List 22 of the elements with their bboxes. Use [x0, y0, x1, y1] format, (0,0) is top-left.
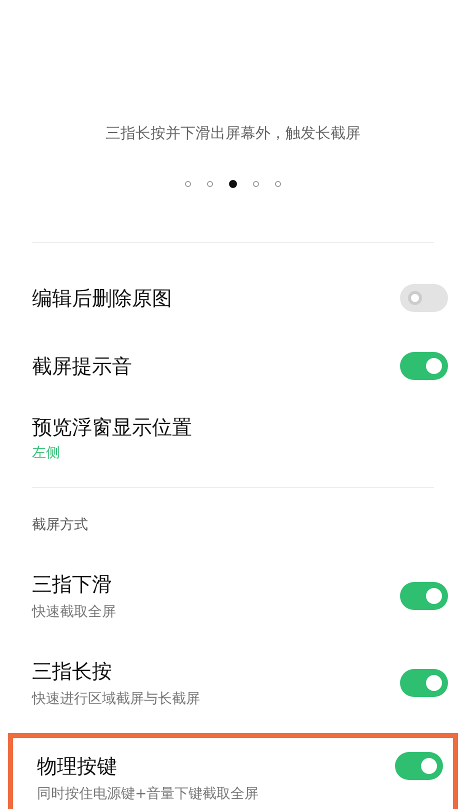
setting-title: 物理按键 [37, 753, 118, 780]
setting-value[interactable]: 左侧 [32, 443, 192, 463]
page-dot[interactable] [229, 180, 237, 188]
setting-description: 快速截取全屏 [32, 603, 116, 622]
toggle-switch[interactable] [400, 669, 448, 697]
setting-title: 截屏提示音 [32, 353, 132, 380]
section-header: 截屏方式 [31, 516, 89, 535]
toggle-switch[interactable] [395, 752, 443, 780]
page-dot[interactable] [207, 181, 213, 187]
setting-description: 快速进行区域截屏与长截屏 [32, 690, 200, 709]
toggle-switch[interactable] [400, 284, 448, 312]
page-dot[interactable] [275, 181, 281, 187]
setting-title: 编辑后删除原图 [32, 285, 172, 312]
toggle-switch[interactable] [400, 352, 448, 380]
setting-title: 三指长按 [32, 658, 113, 685]
page-dot[interactable] [185, 181, 191, 187]
setting-title: 预览浮窗显示位置 [32, 414, 192, 441]
page-dot[interactable] [253, 181, 259, 187]
setting-title: 三指下滑 [32, 571, 113, 598]
toggle-switch[interactable] [400, 582, 448, 610]
gesture-description: 三指长按并下滑出屏幕外，触发长截屏 [106, 123, 360, 144]
setting-description: 同时按住电源键+音量下键截取全屏 [37, 785, 259, 804]
